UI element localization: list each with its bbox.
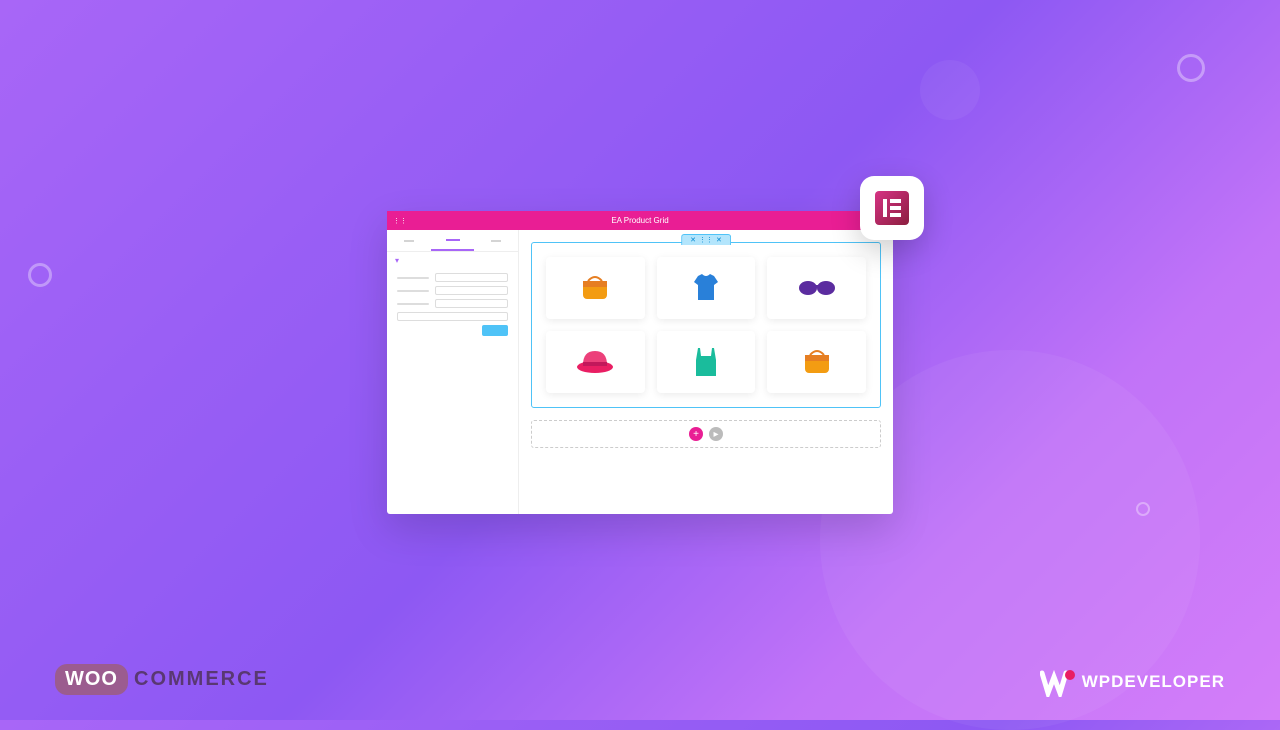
field-label	[397, 303, 429, 305]
field-input[interactable]	[435, 286, 508, 295]
add-section-area[interactable]: + ▸	[531, 420, 881, 448]
wpdeveloper-logo: WPDEVELOPER	[1040, 669, 1225, 695]
field-input-wide[interactable]	[397, 312, 508, 321]
tab-advanced[interactable]	[474, 230, 518, 251]
sidebar-tabs	[387, 230, 518, 252]
settings-fields	[387, 269, 518, 344]
decorative-circle	[1177, 54, 1205, 82]
handbag-icon	[578, 273, 612, 303]
product-card-handbag[interactable]	[546, 257, 645, 319]
field-input[interactable]	[435, 299, 508, 308]
elementor-icon	[875, 191, 909, 225]
product-card-tshirt[interactable]	[657, 257, 756, 319]
grip-icon[interactable]: ⋮⋮	[699, 236, 713, 244]
wpdeveloper-text: WPDEVELOPER	[1082, 672, 1225, 692]
field-input[interactable]	[435, 273, 508, 282]
decorative-circle	[1136, 502, 1150, 516]
caret-down-icon: ▾	[395, 256, 399, 265]
woo-badge: WOO	[55, 664, 128, 695]
field-label	[397, 277, 429, 279]
window-title: EA Product Grid	[401, 216, 879, 225]
field-label	[397, 290, 429, 292]
woocommerce-logo: WOO COMMERCE	[55, 664, 269, 695]
product-card-handbag-2[interactable]	[767, 331, 866, 393]
sunglasses-icon	[797, 280, 837, 296]
product-grid-section[interactable]: ✕ ⋮⋮ ✕	[531, 242, 881, 408]
product-card-sunglasses[interactable]	[767, 257, 866, 319]
tanktop-icon	[694, 346, 718, 378]
product-card-hat[interactable]	[546, 331, 645, 393]
commerce-text: COMMERCE	[134, 668, 269, 691]
editor-canvas: ✕ ⋮⋮ ✕	[519, 230, 893, 514]
add-section-button[interactable]: +	[689, 427, 703, 441]
handbag-icon	[800, 347, 834, 377]
wpdeveloper-icon	[1040, 669, 1072, 695]
tab-style[interactable]	[431, 230, 475, 251]
hat-icon	[575, 349, 615, 375]
product-grid	[546, 257, 866, 393]
filter-toggle[interactable]: ▾	[387, 252, 518, 269]
decorative-circle	[28, 263, 52, 287]
tshirt-icon	[690, 272, 722, 304]
apply-button[interactable]	[482, 325, 508, 336]
window-titlebar[interactable]: ⋮⋮ EA Product Grid ⋮⋮	[387, 211, 893, 230]
close-icon[interactable]: ✕	[690, 236, 696, 244]
settings-sidebar: ▾	[387, 230, 519, 514]
editor-window: ⋮⋮ EA Product Grid ⋮⋮ ▾	[387, 211, 893, 514]
add-template-button[interactable]: ▸	[709, 427, 723, 441]
close-icon[interactable]: ✕	[716, 236, 722, 244]
product-card-tanktop[interactable]	[657, 331, 756, 393]
grip-icon: ⋮⋮	[393, 217, 401, 225]
bg-blob	[920, 60, 980, 120]
elementor-badge	[860, 176, 924, 240]
section-handle[interactable]: ✕ ⋮⋮ ✕	[681, 234, 731, 245]
tab-content[interactable]	[387, 230, 431, 251]
